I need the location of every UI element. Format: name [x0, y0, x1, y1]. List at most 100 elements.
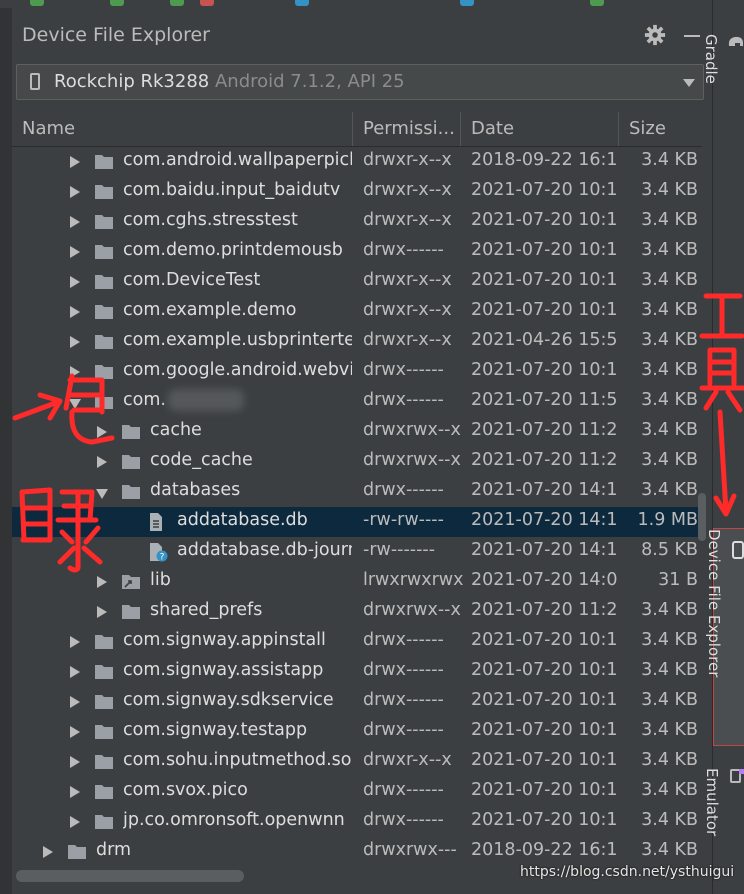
- toolbar-icon[interactable]: [200, 0, 214, 6]
- horizontal-scrollbar[interactable]: [16, 870, 244, 882]
- chevron-right-icon[interactable]: [70, 726, 80, 738]
- folder-icon: [94, 392, 114, 410]
- device-selector[interactable]: Rockchip Rk3288 Android 7.1.2, API 25: [16, 64, 704, 100]
- file-date: 2021-07-20 10:1: [471, 810, 617, 830]
- file-permissions: drwx------: [363, 480, 444, 500]
- chevron-right-icon[interactable]: [70, 666, 80, 678]
- file-name: com.baidu.input_baidutv: [123, 180, 341, 200]
- folder-icon: [121, 422, 141, 440]
- file-name: lib: [150, 570, 171, 590]
- table-row[interactable]: addatabase.db -rw-rw---- 2021-07-20 14:1 1.…: [12, 507, 702, 537]
- file-date: 2021-07-20 11:2: [471, 450, 617, 470]
- chevron-right-icon[interactable]: [70, 756, 80, 768]
- table-row[interactable]: com.google.android.webview drwx------ 2021…: [12, 357, 702, 387]
- chevron-right-icon[interactable]: [70, 306, 80, 318]
- panel-title: Device File Explorer: [22, 24, 210, 46]
- tool-tab-device-file-explorer[interactable]: Device File Explorer: [705, 528, 744, 746]
- file-size: 3.4 KB: [641, 630, 698, 650]
- table-row[interactable]: com.signway.assistapp drwx------ 2021-07-2…: [12, 657, 702, 687]
- column-header-date[interactable]: Date: [461, 112, 619, 146]
- table-row[interactable]: code_cache drwxrwx--x 2021-07-20 11:2 3.4 K…: [12, 447, 702, 477]
- file-size: 3.4 KB: [641, 810, 698, 830]
- chevron-right-icon[interactable]: [70, 276, 80, 288]
- file-permissions: drwxr-x--x: [363, 180, 452, 200]
- folder-icon: [94, 662, 114, 680]
- gear-icon[interactable]: [644, 24, 666, 46]
- toolbar-icon[interactable]: [30, 0, 44, 6]
- table-row[interactable]: com.signway.testapp drwx------ 2021-07-20 …: [12, 717, 702, 747]
- file-name: com.signway.testapp: [123, 720, 308, 740]
- table-row[interactable]: com.svox.pico drwx------ 2021-07-20 10:1 3.…: [12, 777, 702, 807]
- table-row[interactable]: com.sohu.inputmethod.sogou drwxr-x--x 2021…: [12, 747, 702, 777]
- file-name: com.signway.appinstall: [123, 630, 326, 650]
- table-row[interactable]: lib lrwxrwxrwx 2021-07-20 14:0 31 B: [12, 567, 702, 597]
- file-permissions: -rw-------: [363, 540, 436, 560]
- file-name: jp.co.omronsoft.openwnn: [123, 810, 345, 830]
- chevron-right-icon[interactable]: [97, 576, 107, 588]
- file-permissions: drwxr-x--x: [363, 150, 452, 170]
- chevron-right-icon[interactable]: [97, 606, 107, 618]
- chevron-right-icon[interactable]: [70, 156, 80, 168]
- main-toolbar: [0, 0, 712, 8]
- table-row[interactable]: cache drwxrwx--x 2021-07-20 11:2 3.4 KB: [12, 417, 702, 447]
- file-date: 2021-07-20 14:1: [471, 510, 617, 530]
- column-header-name[interactable]: Name: [12, 112, 353, 146]
- toolbar-icon[interactable]: [170, 0, 184, 6]
- chevron-right-icon[interactable]: [70, 636, 80, 648]
- file-permissions: lrwxrwxrwx: [363, 570, 463, 590]
- toolbar-icon[interactable]: [460, 0, 474, 6]
- table-row[interactable]: databases drwx------ 2021-07-20 14:1 3.4 KB: [12, 477, 702, 507]
- chevron-down-icon[interactable]: [96, 489, 108, 499]
- chevron-down-icon[interactable]: [69, 399, 81, 409]
- file-size: 3.4 KB: [641, 300, 698, 320]
- redacted-blur: [168, 389, 244, 411]
- column-header-size[interactable]: Size: [619, 112, 702, 146]
- table-row[interactable]: com.example.demo drwxr-x--x 2021-07-20 10:…: [12, 297, 702, 327]
- folder-icon: [94, 242, 114, 260]
- file-date: 2021-07-20 10:1: [471, 300, 617, 320]
- file-date: 2018-09-22 16:1: [471, 150, 617, 170]
- chevron-down-icon[interactable]: [683, 79, 695, 87]
- file-name: com.demo.printdemousb: [123, 240, 343, 260]
- file-date: 2018-09-22 16:1: [471, 840, 617, 860]
- table-row[interactable]: com.signway.sdkservice drwx------ 2021-07-…: [12, 687, 702, 717]
- chevron-right-icon[interactable]: [70, 366, 80, 378]
- chevron-right-icon[interactable]: [70, 696, 80, 708]
- chevron-right-icon[interactable]: [97, 456, 107, 468]
- chevron-right-icon[interactable]: [70, 786, 80, 798]
- table-row[interactable]: com.baidu.input_baidutv drwxr-x--x 2021-07…: [12, 177, 702, 207]
- file-name: com.google.android.webview: [123, 360, 352, 380]
- file-date: 2021-07-20 11:2: [471, 600, 617, 620]
- table-row[interactable]: com. drwx------ 2021-07-20 11:5 3.4 KB: [12, 387, 702, 417]
- file-permissions: drwx------: [363, 360, 444, 380]
- toolbar-icon[interactable]: [110, 0, 124, 6]
- file-date: 2021-07-20 10:1: [471, 720, 617, 740]
- table-row[interactable]: com.example.usbprintertest drwxr-x--x 2021…: [12, 327, 702, 357]
- file-permissions: drwx------: [363, 390, 444, 410]
- file-size: 3.4 KB: [641, 600, 698, 620]
- chevron-right-icon[interactable]: [70, 216, 80, 228]
- table-row[interactable]: jp.co.omronsoft.openwnn drwx------ 2021-07…: [12, 807, 702, 837]
- toolbar-icon[interactable]: [295, 0, 309, 6]
- file-name: shared_prefs: [150, 600, 263, 620]
- table-row[interactable]: ? addatabase.db-journal -rw------- 2021-07-…: [12, 537, 702, 567]
- table-row[interactable]: com.android.wallpaperpicker drwxr-x--x 201…: [12, 147, 702, 177]
- table-row[interactable]: com.demo.printdemousb drwx------ 2021-07-2…: [12, 237, 702, 267]
- file-name: com.svox.pico: [123, 780, 248, 800]
- tool-tab-gradle[interactable]: Gradle: [702, 34, 744, 114]
- chevron-right-icon[interactable]: [70, 336, 80, 348]
- chevron-right-icon[interactable]: [97, 426, 107, 438]
- chevron-right-icon[interactable]: [70, 186, 80, 198]
- file-permissions: drwx------: [363, 810, 444, 830]
- table-row[interactable]: drm drwxrwx--- 2018-09-22 16:1 3.4 KB: [12, 837, 702, 867]
- toolbar-icon[interactable]: [590, 0, 604, 6]
- table-row[interactable]: com.cghs.stresstest drwxr-x--x 2021-07-20 …: [12, 207, 702, 237]
- file-permissions: drwxr-x--x: [363, 300, 452, 320]
- chevron-right-icon[interactable]: [43, 846, 53, 858]
- table-row[interactable]: com.DeviceTest drwxr-x--x 2021-07-20 10:1 3…: [12, 267, 702, 297]
- table-row[interactable]: com.signway.appinstall drwx------ 2021-07-…: [12, 627, 702, 657]
- column-header-permissions[interactable]: Permissi...: [353, 112, 461, 146]
- chevron-right-icon[interactable]: [70, 816, 80, 828]
- chevron-right-icon[interactable]: [70, 246, 80, 258]
- table-row[interactable]: shared_prefs drwxrwx--x 2021-07-20 11:2 3.4…: [12, 597, 702, 627]
